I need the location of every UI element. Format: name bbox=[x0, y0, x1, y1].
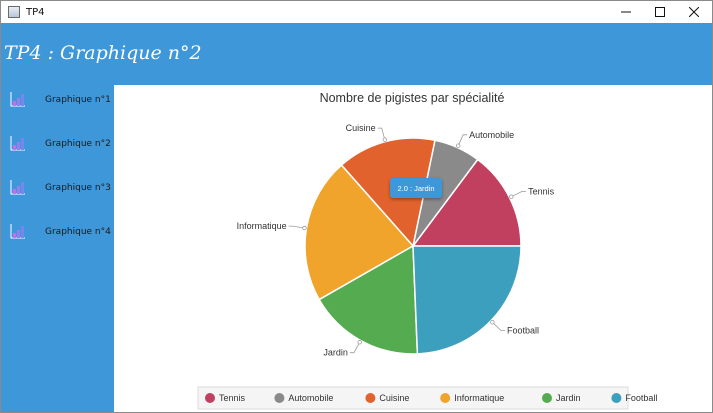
legend-label: Automobile bbox=[288, 393, 333, 403]
legend-swatch bbox=[274, 393, 285, 403]
close-icon bbox=[689, 7, 699, 17]
header-bar: TP4 : Graphique n°2 bbox=[1, 23, 712, 85]
legend-swatch bbox=[611, 393, 622, 403]
chart-legend: Tennis Automobile Cuisine Informatique Jardi… bbox=[197, 386, 657, 410]
slice-label-cuisine: Cuisine bbox=[346, 123, 376, 133]
legend-swatch bbox=[440, 393, 451, 403]
pie-slice-football[interactable] bbox=[412, 245, 522, 355]
label-marker-cuisine bbox=[382, 137, 387, 142]
label-marker-automobile bbox=[456, 143, 461, 148]
bar-chart-icon bbox=[10, 92, 25, 107]
sidebar-item-label: Graphique n°2 bbox=[45, 139, 111, 149]
label-marker-tennis bbox=[509, 194, 514, 199]
sidebar-item-graphique-4[interactable]: Graphique n°4 bbox=[1, 219, 114, 245]
label-line-informatique bbox=[288, 225, 305, 229]
legend-item-jardin: Jardin bbox=[542, 393, 581, 403]
label-line-tennis bbox=[511, 191, 527, 198]
bar-chart-icon bbox=[10, 224, 25, 239]
legend-swatch bbox=[542, 393, 552, 403]
bar-chart-icon bbox=[10, 136, 25, 151]
maximize-button[interactable] bbox=[643, 1, 677, 23]
legend-label: Informatique bbox=[454, 393, 504, 403]
close-button[interactable] bbox=[677, 1, 711, 23]
slice-label-automobile: Automobile bbox=[469, 130, 514, 140]
page-title: TP4 : Graphique n°2 bbox=[4, 42, 202, 64]
slice-label-tennis: Tennis bbox=[528, 186, 555, 196]
legend-item-football: Football bbox=[611, 393, 657, 403]
maximize-icon bbox=[655, 7, 665, 17]
slice-label-football: Football bbox=[507, 326, 539, 336]
legend-item-cuisine: Cuisine bbox=[365, 393, 409, 403]
tooltip-text: 2.0 : Jardin bbox=[397, 184, 434, 193]
label-marker-jardin bbox=[357, 340, 362, 345]
slice-label-informatique: Informatique bbox=[237, 221, 287, 231]
sidebar-item-label: Graphique n°1 bbox=[45, 95, 111, 105]
pie-chart: Nombre de pigistes par spécialité Tennis… bbox=[197, 91, 657, 410]
minimize-button[interactable] bbox=[609, 1, 643, 23]
label-marker-football bbox=[490, 319, 495, 325]
app-icon bbox=[8, 6, 20, 18]
legend-swatch bbox=[365, 393, 376, 403]
legend-label: Football bbox=[625, 393, 657, 403]
sidebar-item-label: Graphique n°4 bbox=[45, 227, 111, 237]
label-line-football bbox=[492, 321, 505, 331]
legend-label: Jardin bbox=[556, 393, 581, 403]
title-bar[interactable]: TP4 bbox=[1, 1, 712, 23]
label-marker-informatique bbox=[302, 225, 307, 231]
legend-item-tennis: Tennis bbox=[205, 393, 246, 403]
sidebar-item-label: Graphique n°3 bbox=[45, 183, 111, 193]
sidebar-item-graphique-3[interactable]: Graphique n°3 bbox=[1, 175, 114, 201]
minimize-icon bbox=[621, 11, 631, 13]
legend-label: Tennis bbox=[219, 393, 246, 403]
legend-label: Cuisine bbox=[379, 393, 409, 403]
chart-panel: Nombre de pigistes par spécialité Tennis… bbox=[114, 85, 712, 412]
window-title: TP4 bbox=[26, 6, 45, 18]
sidebar: Graphique n°1 Graphique n°2 Graphique n°… bbox=[1, 85, 114, 412]
chart-title: Nombre de pigistes par spécialité bbox=[320, 91, 505, 105]
bar-chart-icon bbox=[10, 180, 25, 195]
app-window: TP4 TP4 : Graphique n°2 Graphique n°1 Gr… bbox=[0, 0, 713, 413]
slice-label-jardin: Jardin bbox=[323, 348, 348, 358]
sidebar-item-graphique-2[interactable]: Graphique n°2 bbox=[1, 131, 114, 157]
legend-swatch bbox=[205, 393, 215, 403]
sidebar-item-graphique-1[interactable]: Graphique n°1 bbox=[1, 87, 114, 113]
